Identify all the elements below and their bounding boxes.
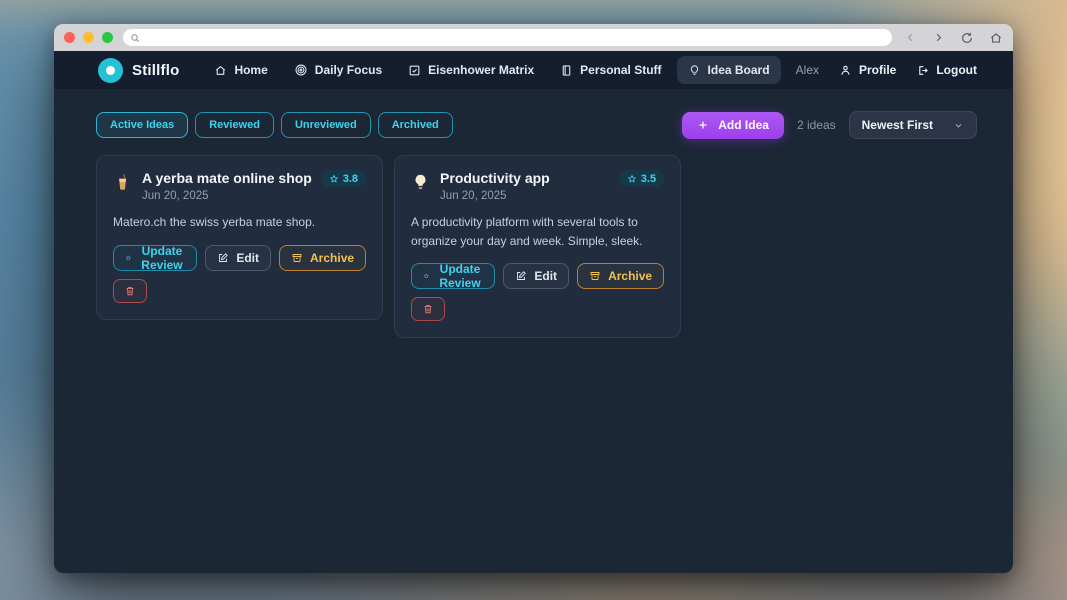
lightbulb-icon xyxy=(690,64,698,75)
nav-items: Home Daily Focus Eisenhower Matrix Perso… xyxy=(203,56,781,84)
idea-card: A yerba mate online shop Jun 20, 2025 3.… xyxy=(96,155,384,320)
profile-link[interactable]: Profile xyxy=(839,63,896,77)
nav-item-personal-stuff[interactable]: Personal Stuff xyxy=(549,56,672,84)
delete-button[interactable] xyxy=(113,278,147,303)
edit-icon xyxy=(219,252,229,262)
nav-item-daily-focus[interactable]: Daily Focus xyxy=(283,56,393,84)
logout-icon xyxy=(919,65,929,75)
logout-label: Logout xyxy=(936,63,977,77)
idea-title: A yerba mate online shop xyxy=(142,170,312,186)
idea-date: Jun 20, 2025 xyxy=(440,190,507,202)
lightbulb-icon xyxy=(415,174,426,190)
target-icon xyxy=(295,64,307,76)
right-controls: Add Idea 2 ideas Newest First xyxy=(682,111,977,139)
sort-dropdown[interactable]: Newest First xyxy=(848,111,977,139)
stillflo-logo-icon xyxy=(98,57,123,83)
nav-item-idea-board[interactable]: Idea Board xyxy=(676,56,781,84)
browser-forward-button[interactable] xyxy=(932,31,945,44)
logout-link[interactable]: Logout xyxy=(916,63,977,77)
nav-item-eisenhower-matrix[interactable]: Eisenhower Matrix xyxy=(397,56,545,84)
edit-button[interactable]: Edit xyxy=(503,263,570,290)
book-icon xyxy=(562,64,571,76)
minimize-window-button[interactable] xyxy=(83,32,94,43)
filter-archived[interactable]: Archived xyxy=(377,112,453,138)
brand: Stillflo xyxy=(98,57,180,83)
idea-date: Jun 20, 2025 xyxy=(142,190,209,202)
address-bar[interactable] xyxy=(123,29,892,46)
update-review-button[interactable]: Update Review xyxy=(113,243,198,272)
trash-icon xyxy=(424,305,432,314)
mate-cup-icon xyxy=(119,174,126,190)
nav-item-label: Home xyxy=(234,63,268,77)
archive-button[interactable]: Archive xyxy=(279,244,367,271)
archive-label: Archive xyxy=(310,250,355,265)
filter-reviewed[interactable]: Reviewed xyxy=(195,112,274,138)
browser-toolbar xyxy=(54,24,1013,51)
filter-active-ideas[interactable]: Active Ideas xyxy=(96,112,189,138)
nav-right: Alex Profile Logout xyxy=(796,63,977,77)
ideas-count: 2 ideas xyxy=(796,118,836,132)
rating-badge: 3.5 xyxy=(618,170,665,187)
archive-button[interactable]: Archive xyxy=(577,263,665,290)
browser-window: Stillflo Home Daily Focus Eisenhower Mat… xyxy=(54,24,1013,573)
browser-home-button[interactable] xyxy=(989,31,1003,45)
person-icon xyxy=(841,65,850,75)
user-name: Alex xyxy=(795,63,819,77)
controls-row: Active Ideas Reviewed Unreviewed Archive… xyxy=(96,111,977,139)
idea-cards-grid: A yerba mate online shop Jun 20, 2025 3.… xyxy=(96,155,977,339)
browser-reload-button[interactable] xyxy=(960,31,974,45)
rating-value: 3.8 xyxy=(342,172,359,185)
nav-item-label: Personal Stuff xyxy=(580,63,662,77)
chevron-down-icon xyxy=(955,123,962,128)
edit-label: Edit xyxy=(236,250,260,265)
nav-item-label: Daily Focus xyxy=(314,63,383,77)
star-icon xyxy=(423,273,430,279)
profile-label: Profile xyxy=(859,63,897,77)
update-review-button[interactable]: Update Review xyxy=(411,262,496,291)
idea-board-page: Active Ideas Reviewed Unreviewed Archive… xyxy=(54,89,1013,573)
plus-icon xyxy=(699,121,707,129)
nav-item-label: Idea Board xyxy=(707,63,770,77)
trash-icon xyxy=(126,286,134,295)
close-window-button[interactable] xyxy=(64,32,75,43)
star-icon xyxy=(125,254,131,260)
edit-button[interactable]: Edit xyxy=(205,244,272,271)
idea-description: A productivity platform with several too… xyxy=(411,215,643,248)
home-icon xyxy=(216,65,226,75)
star-icon xyxy=(627,174,636,183)
app-root: Stillflo Home Daily Focus Eisenhower Mat… xyxy=(54,51,1013,573)
update-review-label: Update Review xyxy=(439,262,481,291)
idea-title: Productivity app xyxy=(440,170,550,186)
update-review-label: Update Review xyxy=(141,243,183,272)
filter-buttons: Active Ideas Reviewed Unreviewed Archive… xyxy=(96,112,453,138)
sort-selected-value: Newest First xyxy=(861,118,933,132)
rating-badge: 3.8 xyxy=(320,170,367,187)
nav-item-label: Eisenhower Matrix xyxy=(428,63,535,77)
edit-icon xyxy=(517,271,527,281)
idea-card: Productivity app Jun 20, 2025 3.5 A prod… xyxy=(394,155,682,339)
idea-description: Matero.ch the swiss yerba mate shop. xyxy=(113,215,316,229)
nav-item-home[interactable]: Home xyxy=(203,56,278,84)
brand-name: Stillflo xyxy=(132,61,180,79)
archive-icon xyxy=(292,253,302,262)
window-controls xyxy=(64,32,113,43)
zoom-window-button[interactable] xyxy=(102,32,113,43)
checkbox-icon xyxy=(409,65,420,75)
filter-unreviewed[interactable]: Unreviewed xyxy=(280,112,371,138)
archive-label: Archive xyxy=(608,269,653,284)
app-navbar: Stillflo Home Daily Focus Eisenhower Mat… xyxy=(54,51,1013,89)
browser-back-button[interactable] xyxy=(904,31,917,44)
star-icon xyxy=(329,174,338,183)
add-idea-button[interactable]: Add Idea xyxy=(682,111,784,139)
delete-button[interactable] xyxy=(411,297,446,322)
search-icon xyxy=(131,33,140,42)
edit-label: Edit xyxy=(534,269,558,284)
archive-icon xyxy=(590,272,600,281)
add-idea-label: Add Idea xyxy=(718,118,769,132)
rating-value: 3.5 xyxy=(640,172,657,185)
